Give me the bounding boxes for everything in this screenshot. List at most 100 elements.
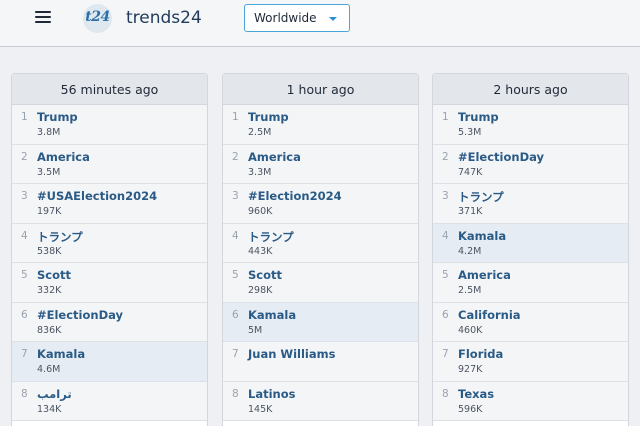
trend-link[interactable]: Kamala [248, 308, 296, 322]
trend-link[interactable]: Scott [248, 268, 282, 282]
trend-link[interactable]: #ElectionDay [37, 308, 123, 322]
trend-row[interactable]: 8 ترامب 134K [12, 381, 207, 421]
trend-link[interactable]: Trump [248, 110, 289, 124]
trend-link[interactable]: #Election2024 [248, 189, 342, 203]
trend-link[interactable]: Kamala [37, 347, 85, 361]
trend-row-highlighted[interactable]: 4 Kamala 4.2M [433, 223, 628, 263]
tweet-count: 134K [37, 403, 62, 415]
trend-rank: 2 [21, 150, 28, 163]
column-timestamp: 56 minutes ago [12, 74, 207, 105]
trend-row-highlighted[interactable]: 7 Kamala 4.6M [12, 342, 207, 382]
trend-link[interactable]: Florida [458, 347, 503, 361]
tweet-count: 836K [37, 324, 62, 336]
tweet-count: 145K [248, 403, 273, 415]
trend-rank: 2 [442, 150, 449, 163]
trend-row[interactable]: 2 America 3.5M [12, 144, 207, 184]
top-bar: t24 trends24 Worldwide [0, 0, 640, 47]
trend-rank: 1 [21, 111, 28, 123]
trend-link[interactable]: California [458, 308, 521, 322]
trend-row[interactable]: 7 Juan Williams [223, 342, 418, 382]
trend-link[interactable]: Trump [37, 110, 78, 124]
tweet-count: 4.2M [458, 245, 482, 257]
logo[interactable]: t24 [83, 4, 112, 33]
trend-rank: 8 [232, 387, 239, 400]
trend-row[interactable]: 1 Trump 2.5M [223, 105, 418, 145]
trend-rank: 7 [21, 348, 28, 360]
trend-row[interactable]: 3 #USAElection2024 197K [12, 184, 207, 224]
tweet-count: 3.8M [37, 127, 61, 138]
tweet-count: 747K [458, 166, 483, 178]
trend-link[interactable]: #USAElection2024 [37, 189, 157, 203]
trend-row[interactable]: 5 Scott 332K [12, 263, 207, 303]
trend-link[interactable]: America [248, 150, 301, 164]
chevron-down-icon [329, 17, 337, 21]
tweet-count: 3.3M [248, 166, 272, 178]
trend-row[interactable]: 6 #ElectionDay 836K [12, 302, 207, 342]
trend-rank: 3 [442, 190, 449, 202]
trend-link[interactable]: ترامب [37, 387, 72, 401]
trend-row[interactable]: 7 Florida 927K [433, 342, 628, 382]
trend-link[interactable]: トランプ [37, 229, 83, 245]
trend-rank: 8 [21, 387, 28, 400]
tweet-count: 927K [458, 364, 483, 375]
trend-row[interactable]: 1 Trump 3.8M [12, 105, 207, 145]
trend-row[interactable]: 4 トランプ 538K [12, 223, 207, 263]
trend-rank: 1 [232, 111, 239, 123]
trend-link[interactable]: Juan Williams [248, 347, 335, 361]
trend-rank: 1 [442, 111, 449, 123]
trend-rank: 3 [232, 190, 239, 202]
tweet-count: 4.6M [37, 364, 61, 375]
trend-rank: 5 [232, 269, 239, 281]
trend-link[interactable]: America [458, 268, 511, 282]
trend-rank: 4 [21, 229, 28, 242]
trend-link[interactable]: #ElectionDay [458, 150, 544, 164]
trend-link[interactable]: トランプ [458, 189, 504, 205]
trend-rank: 3 [21, 190, 28, 202]
trend-row[interactable]: 1 Trump 5.3M [433, 105, 628, 145]
trend-rank: 4 [232, 229, 239, 242]
trend-rank: 7 [232, 348, 239, 360]
trend-rank: 6 [21, 308, 28, 321]
trend-rank: 6 [442, 308, 449, 321]
tweet-count: 443K [248, 245, 273, 257]
trend-link[interactable]: トランプ [248, 229, 294, 245]
trend-row[interactable]: 3 トランプ 371K [433, 184, 628, 224]
trend-link[interactable]: Scott [37, 268, 71, 282]
trend-link[interactable]: Latinos [248, 387, 295, 401]
trend-row[interactable]: 8 Latinos 145K [223, 381, 418, 421]
column-timestamp: 2 hours ago [433, 74, 628, 105]
trend-rank: 8 [442, 387, 449, 400]
column-timestamp: 1 hour ago [223, 74, 418, 105]
site-name[interactable]: trends24 [126, 8, 202, 28]
trend-rank: 5 [442, 269, 449, 281]
trend-row[interactable]: 8 Texas 596K [433, 381, 628, 421]
region-select-value: Worldwide [254, 11, 317, 25]
trend-link[interactable]: Trump [458, 110, 499, 124]
region-select[interactable]: Worldwide [244, 4, 350, 32]
tweet-count: 5M [248, 324, 263, 336]
tweet-count: 2.5M [458, 285, 482, 296]
tweet-count: 5.3M [458, 127, 482, 138]
logo-text: t24 [85, 9, 110, 25]
trend-row[interactable]: 2 America 3.3M [223, 144, 418, 184]
tweet-count: 960K [248, 206, 273, 217]
menu-icon[interactable] [35, 10, 51, 26]
trend-row[interactable]: 6 California 460K [433, 302, 628, 342]
tweet-count: 2.5M [248, 127, 272, 138]
trend-link[interactable]: America [37, 150, 90, 164]
trend-row-highlighted[interactable]: 6 Kamala 5M [223, 302, 418, 342]
tweet-count: 596K [458, 403, 483, 415]
trend-row[interactable]: 3 #Election2024 960K [223, 184, 418, 224]
tweet-count: 332K [37, 285, 62, 296]
trend-row[interactable]: 4 トランプ 443K [223, 223, 418, 263]
trend-row[interactable]: 5 America 2.5M [433, 263, 628, 303]
tweet-count: 538K [37, 245, 62, 257]
trend-link[interactable]: Kamala [458, 229, 506, 243]
trend-rank: 7 [442, 348, 449, 360]
trend-link[interactable]: Texas [458, 387, 494, 401]
trend-rank: 5 [21, 269, 28, 281]
trend-rank: 4 [442, 229, 449, 242]
trend-row[interactable]: 2 #ElectionDay 747K [433, 144, 628, 184]
tweet-count: 298K [248, 285, 273, 296]
trend-row[interactable]: 5 Scott 298K [223, 263, 418, 303]
